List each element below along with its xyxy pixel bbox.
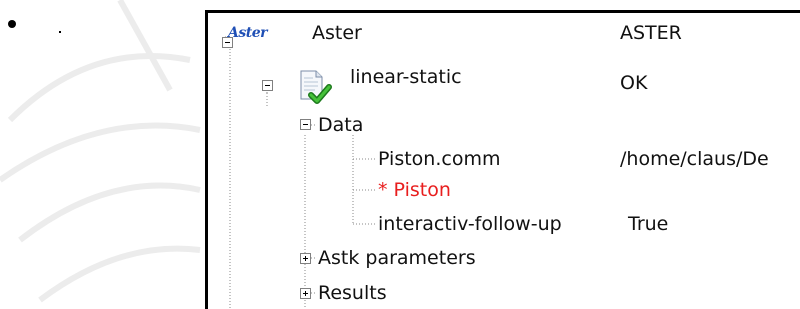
tree-node-label-linear-static[interactable]: linear-static [350,63,462,91]
tree-node-label-results[interactable]: Results [318,279,387,307]
collapse-linear-static-toggle[interactable] [262,80,273,91]
bullet-icon [8,20,16,28]
document-check-icon [300,70,332,104]
tree-node-value-aster: ASTER [620,22,682,44]
tree-node-label-data[interactable]: Data [318,111,363,139]
expand-astk-parameters-toggle[interactable] [300,253,311,264]
collapse-data-toggle[interactable] [300,119,311,130]
tree-node-label-piston[interactable]: * Piston [378,176,451,204]
tree-node-value-interactiv-follow-up: True [628,213,669,235]
aster-logo: Aster [228,25,268,41]
tree-panel: Aster Aster ASTER linear-static OK Data … [205,10,800,309]
dot-mark [59,31,61,33]
tree-node-label-piston-comm[interactable]: Piston.comm [378,145,500,173]
expand-results-toggle[interactable] [300,288,311,299]
tree-node-value-linear-static: OK [620,72,648,94]
tree-node-label-aster[interactable]: Aster [312,19,362,47]
tree-node-value-piston-comm: /home/claus/De [620,148,769,170]
tree-node-label-interactiv-follow-up[interactable]: interactiv-follow-up [378,210,562,238]
tree-node-label-astk-parameters[interactable]: Astk parameters [318,244,476,272]
